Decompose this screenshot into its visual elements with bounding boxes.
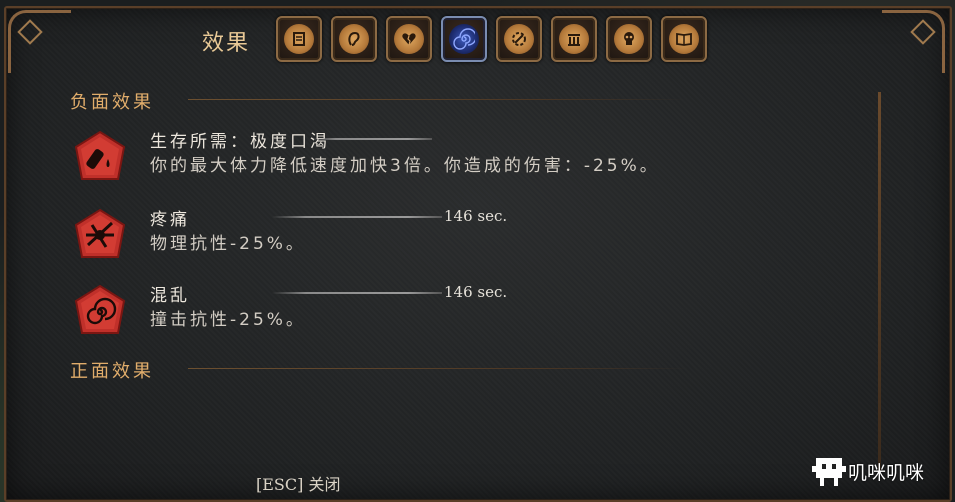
tab-crafting[interactable] bbox=[496, 16, 542, 62]
ear-icon bbox=[348, 31, 360, 46]
effect-name: 混乱 bbox=[150, 286, 190, 306]
book-icon bbox=[676, 32, 692, 46]
effect-name: 疼痛 bbox=[150, 210, 190, 230]
effects-panel bbox=[4, 6, 952, 502]
effect-duration-bar bbox=[272, 292, 442, 294]
tab-building[interactable] bbox=[551, 16, 597, 62]
thorn-burst-icon bbox=[74, 208, 126, 258]
frame-corner-ornament bbox=[882, 10, 945, 73]
pixel-robot-icon bbox=[812, 458, 846, 486]
section-divider bbox=[188, 368, 688, 369]
section-divider bbox=[188, 99, 688, 100]
tab-journal[interactable] bbox=[661, 16, 707, 62]
tab-heart[interactable] bbox=[386, 16, 432, 62]
effect-timer: 146 sec. bbox=[444, 207, 508, 225]
positive-effects-heading: 正面效果 bbox=[70, 361, 154, 382]
swirl-icon bbox=[74, 284, 126, 334]
effect-duration-bar bbox=[272, 216, 442, 218]
effect-description: 撞击抗性-25%。 bbox=[150, 310, 306, 330]
negative-effects-heading: 负面效果 bbox=[70, 92, 154, 113]
effect-name: 生存所需：极度口渴 bbox=[150, 132, 330, 152]
gear-hammer-icon bbox=[512, 32, 526, 46]
spiral-icon bbox=[453, 28, 475, 50]
skull-icon bbox=[624, 32, 634, 45]
frame-divider bbox=[878, 92, 881, 472]
tab-character[interactable] bbox=[606, 16, 652, 62]
frame-corner-ornament bbox=[8, 10, 71, 73]
effect-description: 你的最大体力降低速度加快3倍。你造成的伤害：-25%。 bbox=[150, 156, 660, 176]
tab-spiral[interactable] bbox=[441, 16, 487, 62]
game-screen: 效果 负面效果 生存所需：极度口渴 你的最大体力降低速度加快3倍。你造成的伤害：… bbox=[0, 0, 955, 502]
tab-ear[interactable] bbox=[331, 16, 377, 62]
building-icon bbox=[568, 34, 580, 46]
watermark: 叽咪叽咪 bbox=[812, 454, 944, 494]
effect-description: 物理抗性-25%。 bbox=[150, 234, 306, 254]
watermark-text: 叽咪叽咪 bbox=[848, 462, 925, 484]
effect-duration-bar bbox=[312, 138, 432, 140]
tab-bar bbox=[276, 16, 707, 62]
broken-heart-icon bbox=[402, 33, 416, 46]
tab-scroll[interactable] bbox=[276, 16, 322, 62]
bottle-drop-icon bbox=[74, 130, 126, 180]
scroll-icon bbox=[293, 32, 305, 46]
effect-timer: 146 sec. bbox=[444, 283, 508, 301]
close-button[interactable]: [ESC] 关闭 bbox=[256, 471, 340, 495]
panel-title: 效果 bbox=[202, 31, 251, 56]
